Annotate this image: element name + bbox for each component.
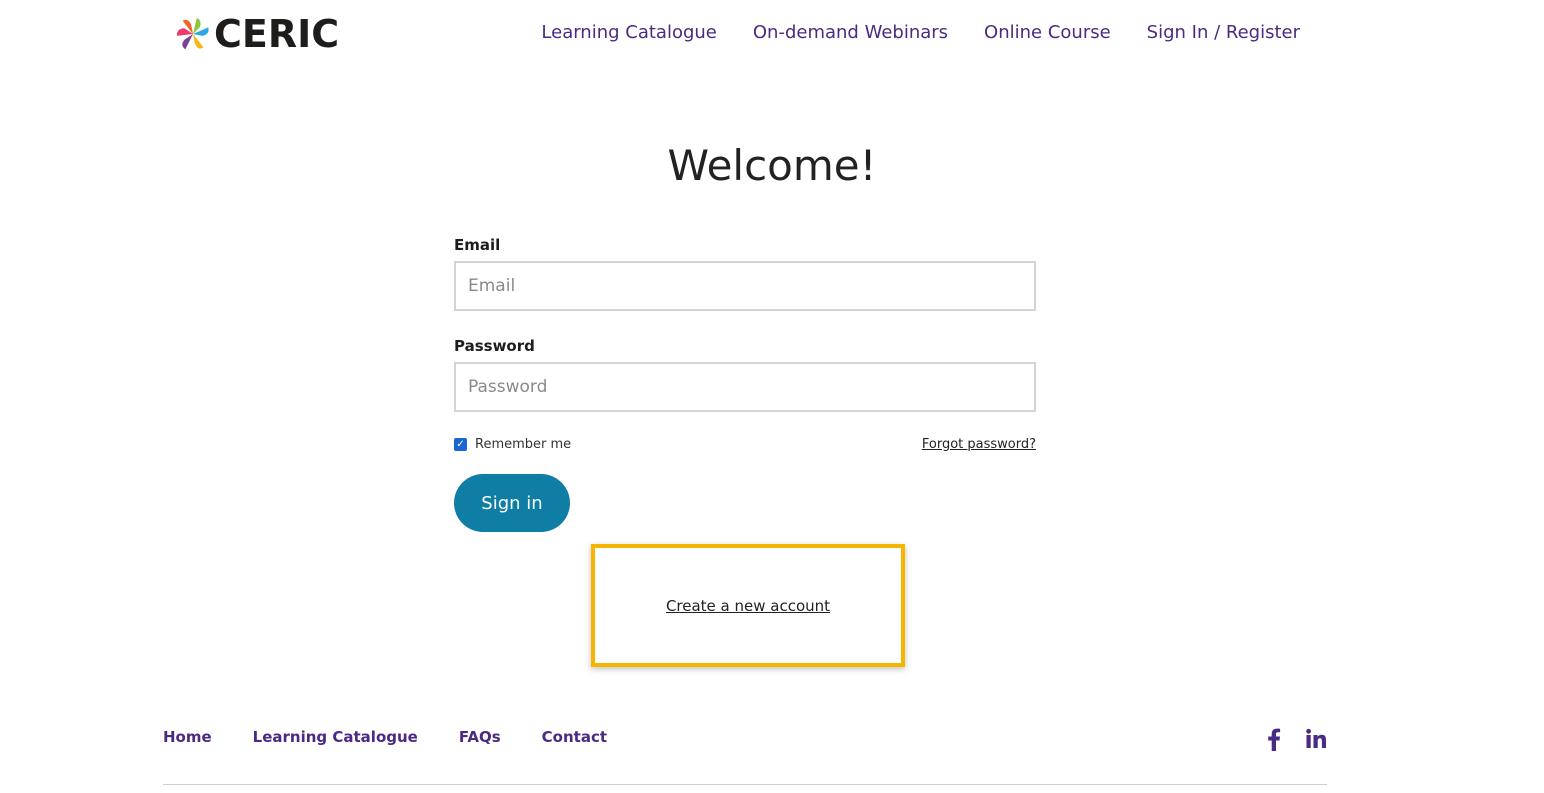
footer-nav: Home Learning Catalogue FAQs Contact [163,726,607,748]
create-account-highlight: Create a new account [591,544,905,667]
nav-on-demand-webinars[interactable]: On-demand Webinars [753,20,948,46]
password-field[interactable] [454,362,1036,412]
remember-me-label: Remember me [475,436,572,452]
nav-learning-catalogue[interactable]: Learning Catalogue [541,20,716,46]
logo-text: CERIC [214,12,340,56]
password-block: Password [454,333,1036,412]
nav-sign-in-register[interactable]: Sign In / Register [1147,20,1300,46]
footer-home[interactable]: Home [163,726,212,748]
forgot-password-link[interactable]: Forgot password? [922,437,1036,452]
facebook-icon[interactable] [1263,727,1285,751]
sign-in-button[interactable]: Sign in [454,474,570,532]
footer-contact[interactable]: Contact [542,726,607,748]
sign-in-form: Email Password ✓ Remember me Forgot pass… [454,232,1036,532]
ceric-logo[interactable]: CERIC [174,14,339,54]
ceric-logo-mark-icon [176,17,209,50]
footer-faqs[interactable]: FAQs [459,726,501,748]
email-block: Email [454,232,1036,311]
email-field[interactable] [454,261,1036,311]
footer-learning-catalogue[interactable]: Learning Catalogue [253,726,418,748]
linkedin-icon[interactable] [1305,727,1327,751]
page: CERIC Learning Catalogue On-demand Webin… [0,0,1544,793]
page-title: Welcome! [667,141,877,190]
password-label: Password [454,337,535,355]
create-account-link[interactable]: Create a new account [666,597,830,615]
remember-me: ✓ Remember me [454,437,571,452]
top-nav: Learning Catalogue On-demand Webinars On… [541,20,1300,46]
social-links [1263,727,1327,751]
remember-me-checkbox[interactable]: ✓ [454,437,467,451]
options-row: ✓ Remember me Forgot password? [454,432,1036,456]
footer-divider [163,784,1327,785]
email-label: Email [454,236,501,254]
nav-online-course[interactable]: Online Course [984,20,1111,46]
